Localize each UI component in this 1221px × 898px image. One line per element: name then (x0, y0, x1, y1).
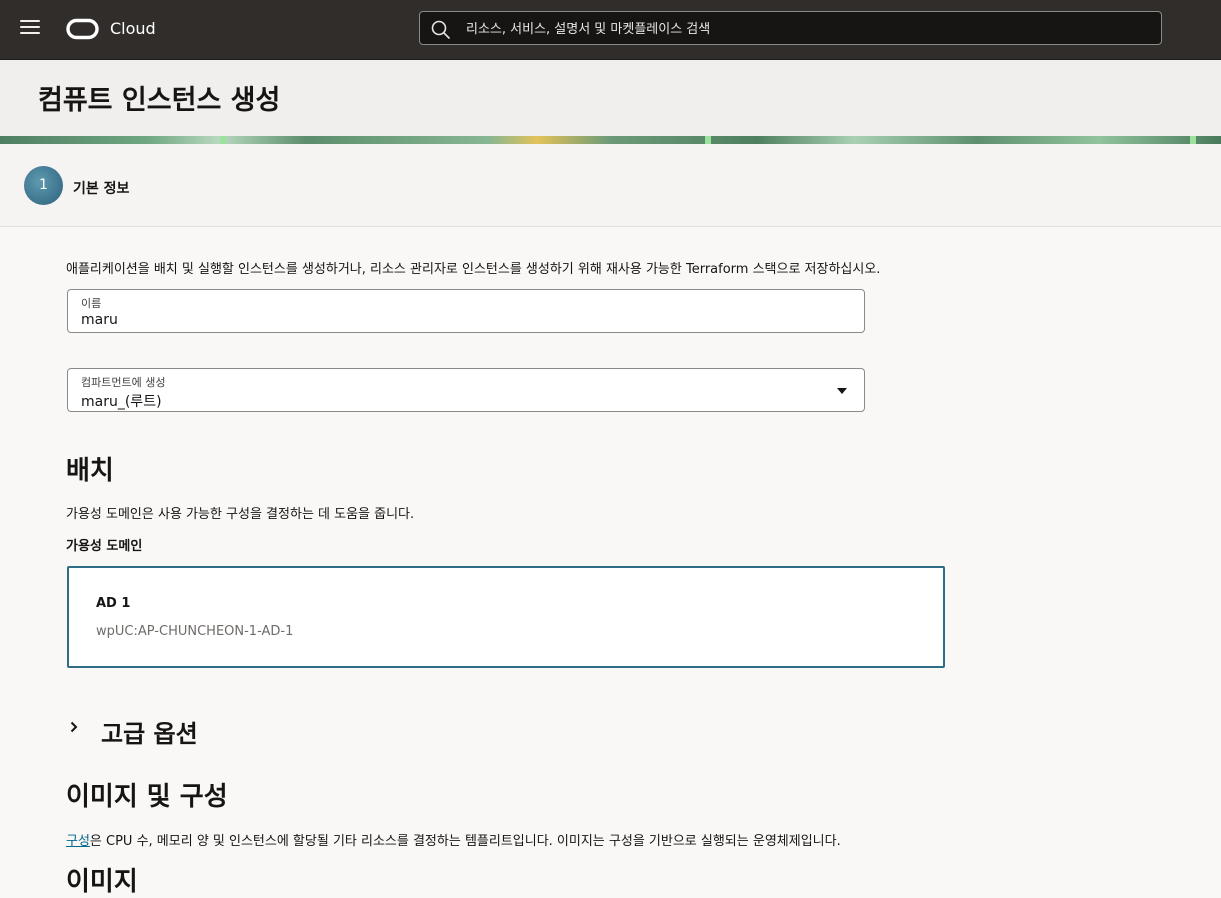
advanced-options-toggle[interactable]: 고급 옵션 (66, 711, 226, 748)
page-title: 컴퓨트 인스턴스 생성 (38, 85, 281, 116)
ad-card-id: wpUC:AP-CHUNCHEON-1-AD-1 (96, 624, 294, 639)
name-field-value[interactable]: maru (81, 312, 118, 328)
image-shape-description-rest: 은 CPU 수, 메모리 양 및 인스턴스에 할당될 기타 리소스를 결정하는 … (89, 834, 841, 849)
chevron-right-icon[interactable] (70, 721, 78, 733)
image-heading: 이미지 (66, 867, 138, 897)
placement-description: 가용성 도메인은 사용 가능한 구성을 결정하는 데 도움을 줍니다. (66, 507, 415, 522)
global-search[interactable] (419, 11, 1162, 46)
brand-label[interactable]: Cloud (110, 19, 156, 38)
hamburger-menu-icon[interactable] (20, 20, 40, 38)
name-field-label: 이름 (81, 297, 102, 310)
form-content: 애플리케이션을 배치 및 실행할 인스턴스를 생성하거나, 리소스 관리자로 인… (0, 227, 1221, 897)
shape-link[interactable]: 구성 (66, 834, 90, 849)
page-header: 컴퓨트 인스턴스 생성 (0, 60, 1221, 136)
name-field[interactable]: 이름 maru (67, 289, 865, 333)
step-number: 1 (39, 177, 48, 193)
top-nav-bar: Cloud (0, 0, 1221, 60)
availability-domain-label: 가용성 도메인 (66, 539, 143, 554)
compartment-select-value[interactable]: maru_(루트) (81, 391, 162, 411)
search-icon (431, 20, 450, 39)
chevron-down-icon[interactable] (837, 388, 847, 394)
ad-card-name: AD 1 (96, 596, 131, 611)
oracle-logo-icon[interactable] (66, 18, 99, 40)
placement-heading: 배치 (66, 456, 114, 486)
image-shape-description: 구성은 CPU 수, 메모리 양 및 인스턴스에 할당될 기타 리소스를 결정하… (66, 830, 841, 849)
basic-info-description: 애플리케이션을 배치 및 실행할 인스턴스를 생성하거나, 리소스 관리자로 인… (66, 262, 881, 277)
image-shape-heading: 이미지 및 구성 (66, 782, 228, 812)
step-indicator[interactable]: 1 (24, 166, 63, 205)
compartment-select-label: 컴파트먼트에 생성 (81, 376, 166, 389)
step-label[interactable]: 기본 정보 (73, 178, 129, 198)
wizard-step-bar: 1 기본 정보 (0, 144, 1221, 227)
advanced-options-heading[interactable]: 고급 옵션 (101, 714, 198, 749)
availability-domain-card-ad1[interactable]: AD 1 wpUC:AP-CHUNCHEON-1-AD-1 (67, 566, 945, 668)
compartment-select[interactable]: 컴파트먼트에 생성 maru_(루트) (67, 368, 865, 412)
decorative-banner (0, 136, 1221, 144)
search-input[interactable] (464, 12, 1148, 46)
